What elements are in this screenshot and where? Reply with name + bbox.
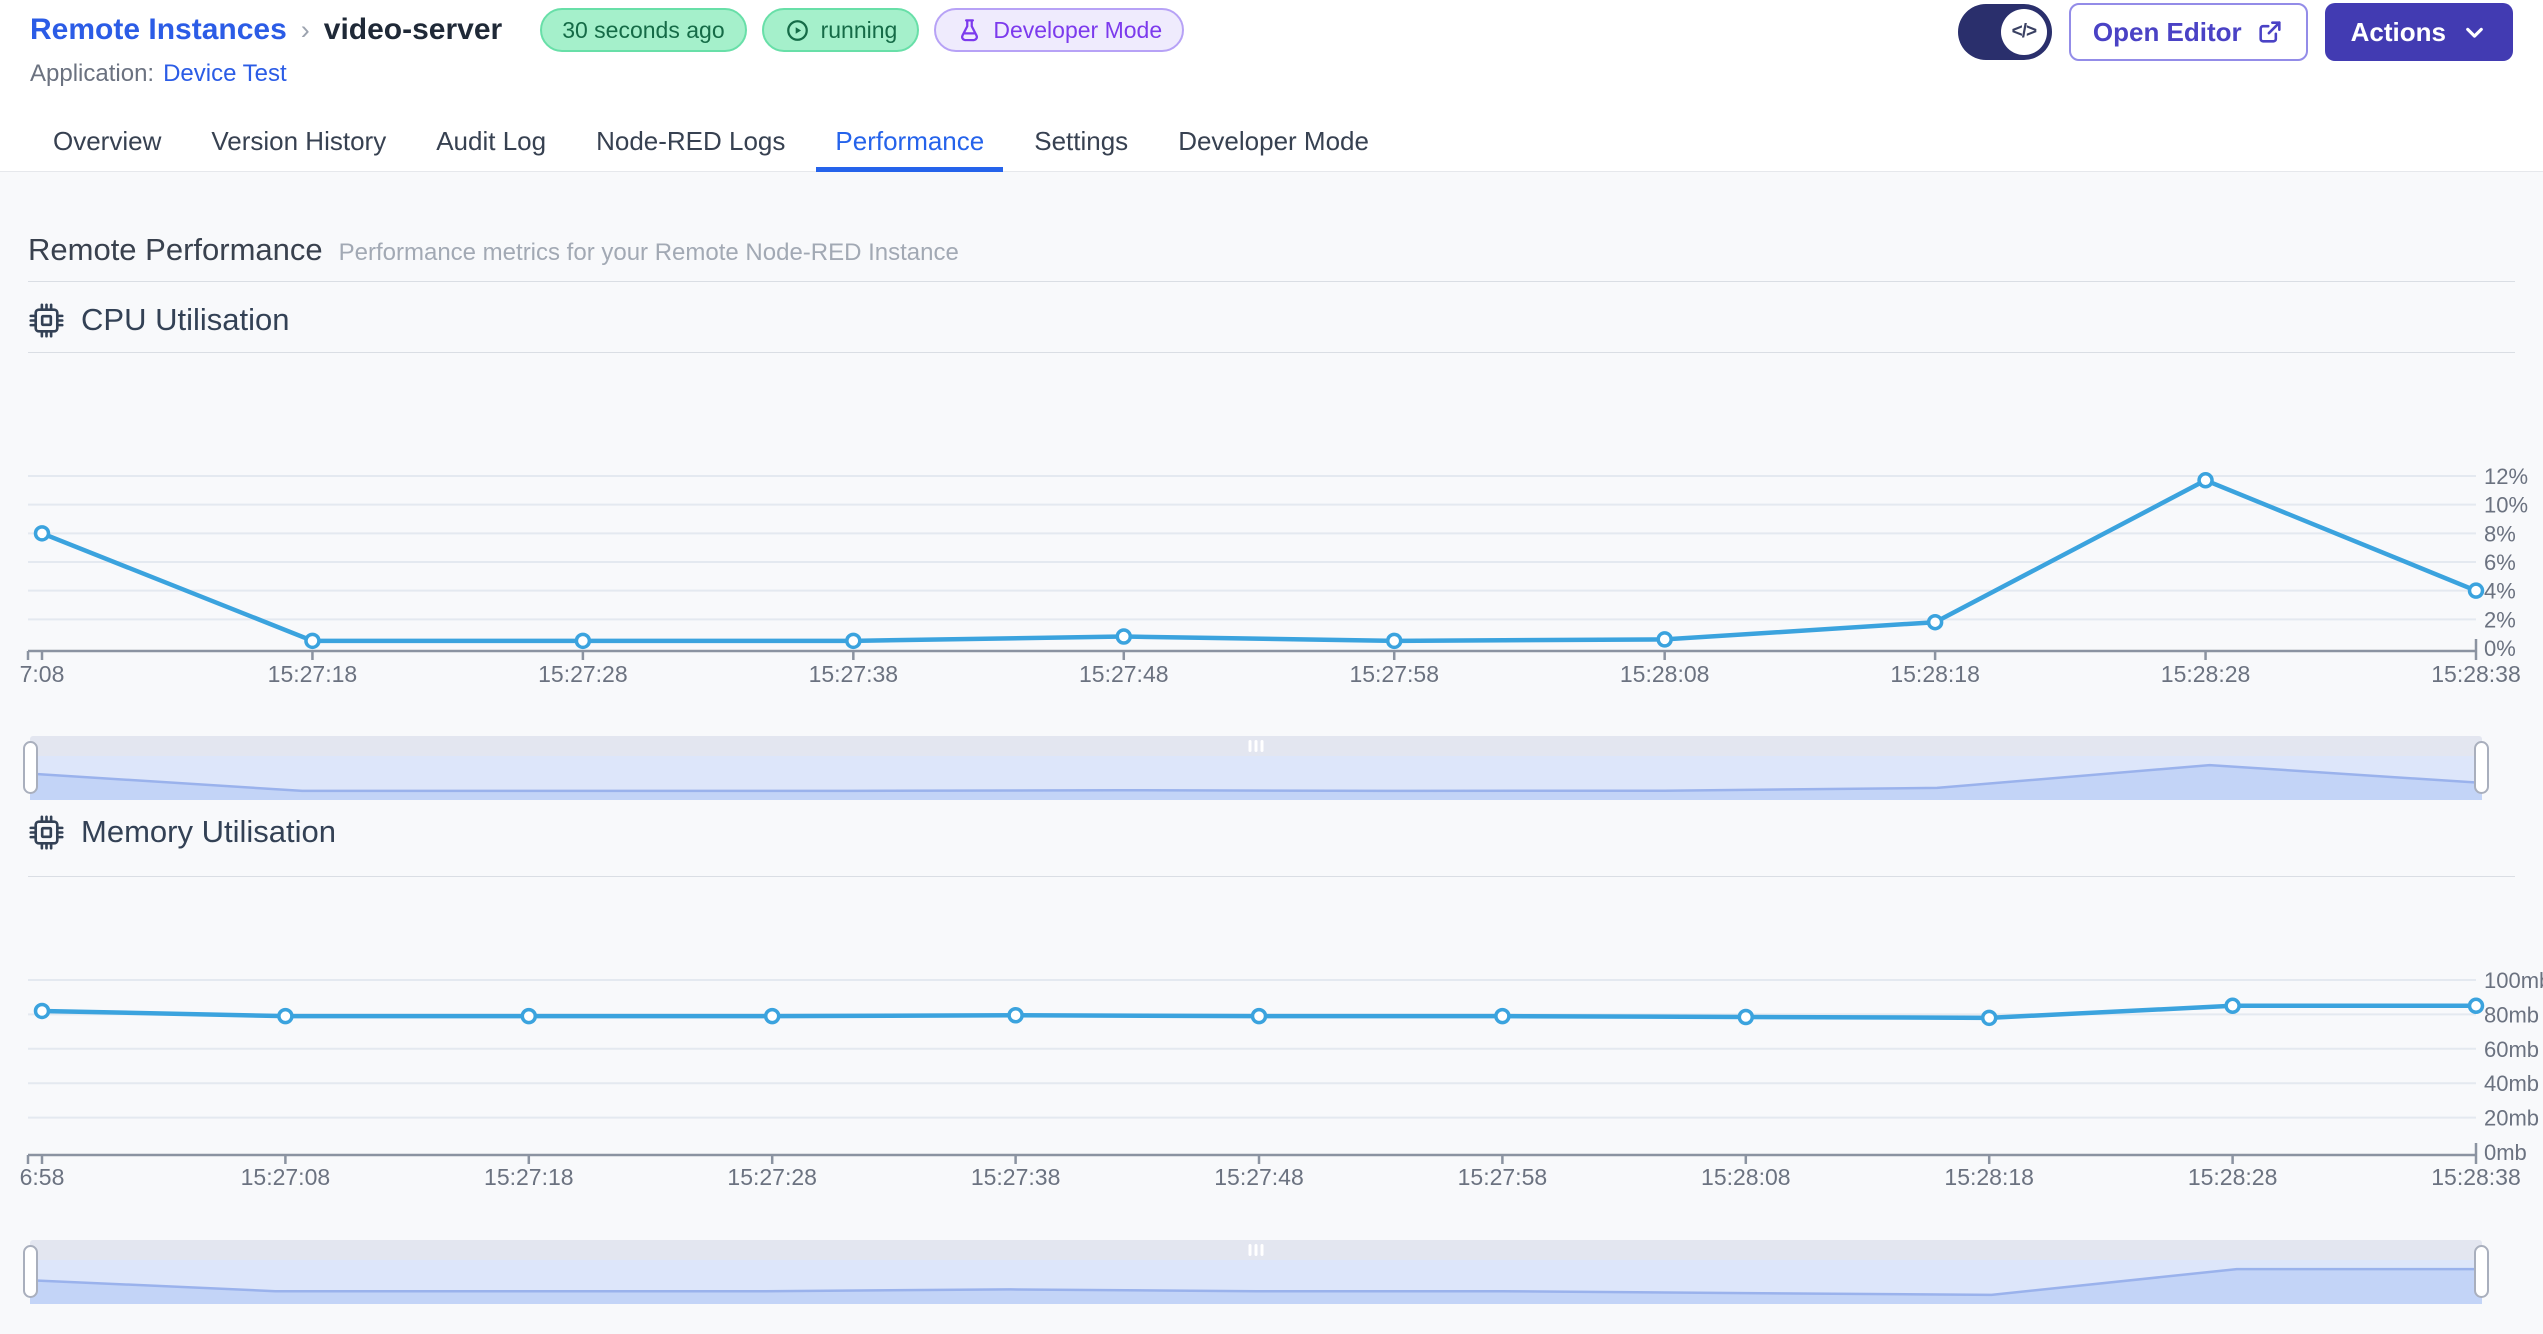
badge-label: 30 seconds ago [562,16,725,43]
svg-text:15:27:58: 15:27:58 [1458,1164,1548,1190]
svg-text:15:27:48: 15:27:48 [1214,1164,1304,1190]
svg-text:15:28:38: 15:28:38 [2431,661,2521,687]
svg-text:10%: 10% [2484,493,2528,518]
cpu-brush-left-handle[interactable] [23,741,38,794]
cpu-range-brush[interactable] [23,736,2489,800]
divider [28,281,2515,282]
application-link[interactable]: Device Test [163,60,287,88]
instance-name: video-server [323,13,503,46]
svg-text:4%: 4% [2484,579,2516,604]
svg-text:15:28:38: 15:28:38 [2431,1164,2521,1190]
breadcrumb-parent-link[interactable]: Remote Instances [30,13,287,47]
drag-handle-icon[interactable] [1248,1244,1264,1256]
tab-node-red-logs[interactable]: Node-RED Logs [571,112,810,171]
svg-text:15:28:18: 15:28:18 [1890,661,1980,687]
svg-text:15:27:48: 15:27:48 [1079,661,1169,687]
tab-bar: Overview Version History Audit Log Node-RED… [0,112,2543,172]
editor-toggle[interactable]: </> [1957,4,2052,60]
tab-developer-mode[interactable]: Developer Mode [1153,112,1394,171]
memory-chart: 0mb 20mb 40mb 60mb 80mb 100mb 6:58 15:27:08 15:2… [20,935,2543,1225]
external-link-icon [2256,18,2284,46]
application-row: Application: Device Test [30,60,287,88]
memory-section-heading: Memory Utilisation [28,812,336,852]
svg-text:15:27:08: 15:27:08 [241,1164,331,1190]
tab-audit-log[interactable]: Audit Log [411,112,571,171]
memory-range-brush[interactable] [23,1240,2489,1304]
header-controls: </> Open Editor Actions [1957,2,2513,62]
play-circle-icon [784,17,811,44]
svg-text:60mb: 60mb [2484,1037,2539,1062]
page-subtitle: Performance metrics for your Remote Node… [338,239,959,266]
svg-text:100mb: 100mb [2484,968,2543,993]
svg-text:15:28:28: 15:28:28 [2161,661,2251,687]
status-badge-developer-mode: Developer Mode [934,8,1185,52]
svg-text:80mb: 80mb [2484,1002,2539,1027]
badge-label: running [820,16,898,43]
drag-handle-icon[interactable] [1248,740,1264,752]
tab-version-history[interactable]: Version History [186,112,411,171]
svg-text:12%: 12% [2484,464,2528,489]
memory-brush-right-handle[interactable] [2474,1245,2489,1298]
svg-text:15:27:18: 15:27:18 [484,1164,574,1190]
page-title: Remote Performance [28,232,323,267]
breadcrumb-separator: › [300,14,310,45]
actions-button[interactable]: Actions [2324,3,2513,61]
divider [28,876,2515,877]
remote-instance-page: Remote Instances › video-server 30 secon… [0,0,2543,1334]
open-editor-button[interactable]: Open Editor [2068,3,2308,61]
svg-text:15:28:28: 15:28:28 [2188,1164,2278,1190]
cpu-chart: 0% 2% 4% 6% 8% 10% 12% 7:08 15:27:18 15:27:28 15:2… [20,420,2543,720]
svg-text:15:27:18: 15:27:18 [268,661,358,687]
svg-text:40mb: 40mb [2484,1071,2539,1096]
svg-text:6:58: 6:58 [20,1164,65,1190]
status-badge-running: running [761,8,920,52]
svg-text:2%: 2% [2484,607,2516,632]
cpu-chip-icon [28,814,65,851]
cpu-brush-preview[interactable] [30,756,2482,800]
memory-line-chart: 0mb 20mb 40mb 60mb 80mb 100mb 6:58 15:27:08 15:2… [20,968,2543,1190]
svg-text:15:28:18: 15:28:18 [1944,1164,2034,1190]
svg-text:0mb: 0mb [2484,1140,2527,1165]
cpu-section-title: CPU Utilisation [81,302,290,337]
cpu-brush-drag-strip[interactable] [30,736,2482,756]
memory-brush-preview[interactable] [30,1260,2482,1304]
svg-text:15:27:58: 15:27:58 [1349,661,1439,687]
svg-text:15:28:08: 15:28:08 [1701,1164,1791,1190]
svg-text:15:27:38: 15:27:38 [809,661,899,687]
application-label: Application: [30,60,155,87]
tab-overview[interactable]: Overview [28,112,186,171]
status-badges: 30 seconds ago running Developer Mode [540,8,1185,52]
svg-text:15:27:38: 15:27:38 [971,1164,1061,1190]
svg-text:0%: 0% [2484,636,2516,661]
tab-settings[interactable]: Settings [1009,112,1153,171]
divider [28,352,2515,353]
svg-text:6%: 6% [2484,550,2516,575]
open-editor-label: Open Editor [2092,16,2242,47]
svg-text:8%: 8% [2484,521,2516,546]
status-badge-30-seconds-ago: 30 seconds ago [540,8,747,52]
flask-icon [956,17,983,44]
cpu-line-chart: 0% 2% 4% 6% 8% 10% 12% 7:08 15:27:18 15:27:28 15:2… [20,464,2528,687]
actions-label: Actions [2350,16,2446,47]
chevron-down-icon [2462,20,2487,45]
tab-performance[interactable]: Performance [810,112,1009,172]
svg-text:20mb: 20mb [2484,1106,2539,1131]
breadcrumb: Remote Instances › video-server 30 secon… [30,6,1185,54]
cpu-brush-right-handle[interactable] [2474,741,2489,794]
svg-text:15:27:28: 15:27:28 [538,661,628,687]
memory-brush-drag-strip[interactable] [30,1240,2482,1260]
badge-label: Developer Mode [993,16,1163,43]
svg-text:15:27:28: 15:27:28 [727,1164,817,1190]
page-title-row: Remote Performance Performance metrics f… [28,232,959,272]
cpu-chip-icon [28,302,65,339]
svg-text:15:28:08: 15:28:08 [1620,661,1710,687]
cpu-section-heading: CPU Utilisation [28,300,289,340]
svg-text:7:08: 7:08 [20,661,65,687]
memory-section-title: Memory Utilisation [81,814,336,849]
code-icon: </> [2000,9,2047,55]
memory-brush-left-handle[interactable] [23,1245,38,1298]
